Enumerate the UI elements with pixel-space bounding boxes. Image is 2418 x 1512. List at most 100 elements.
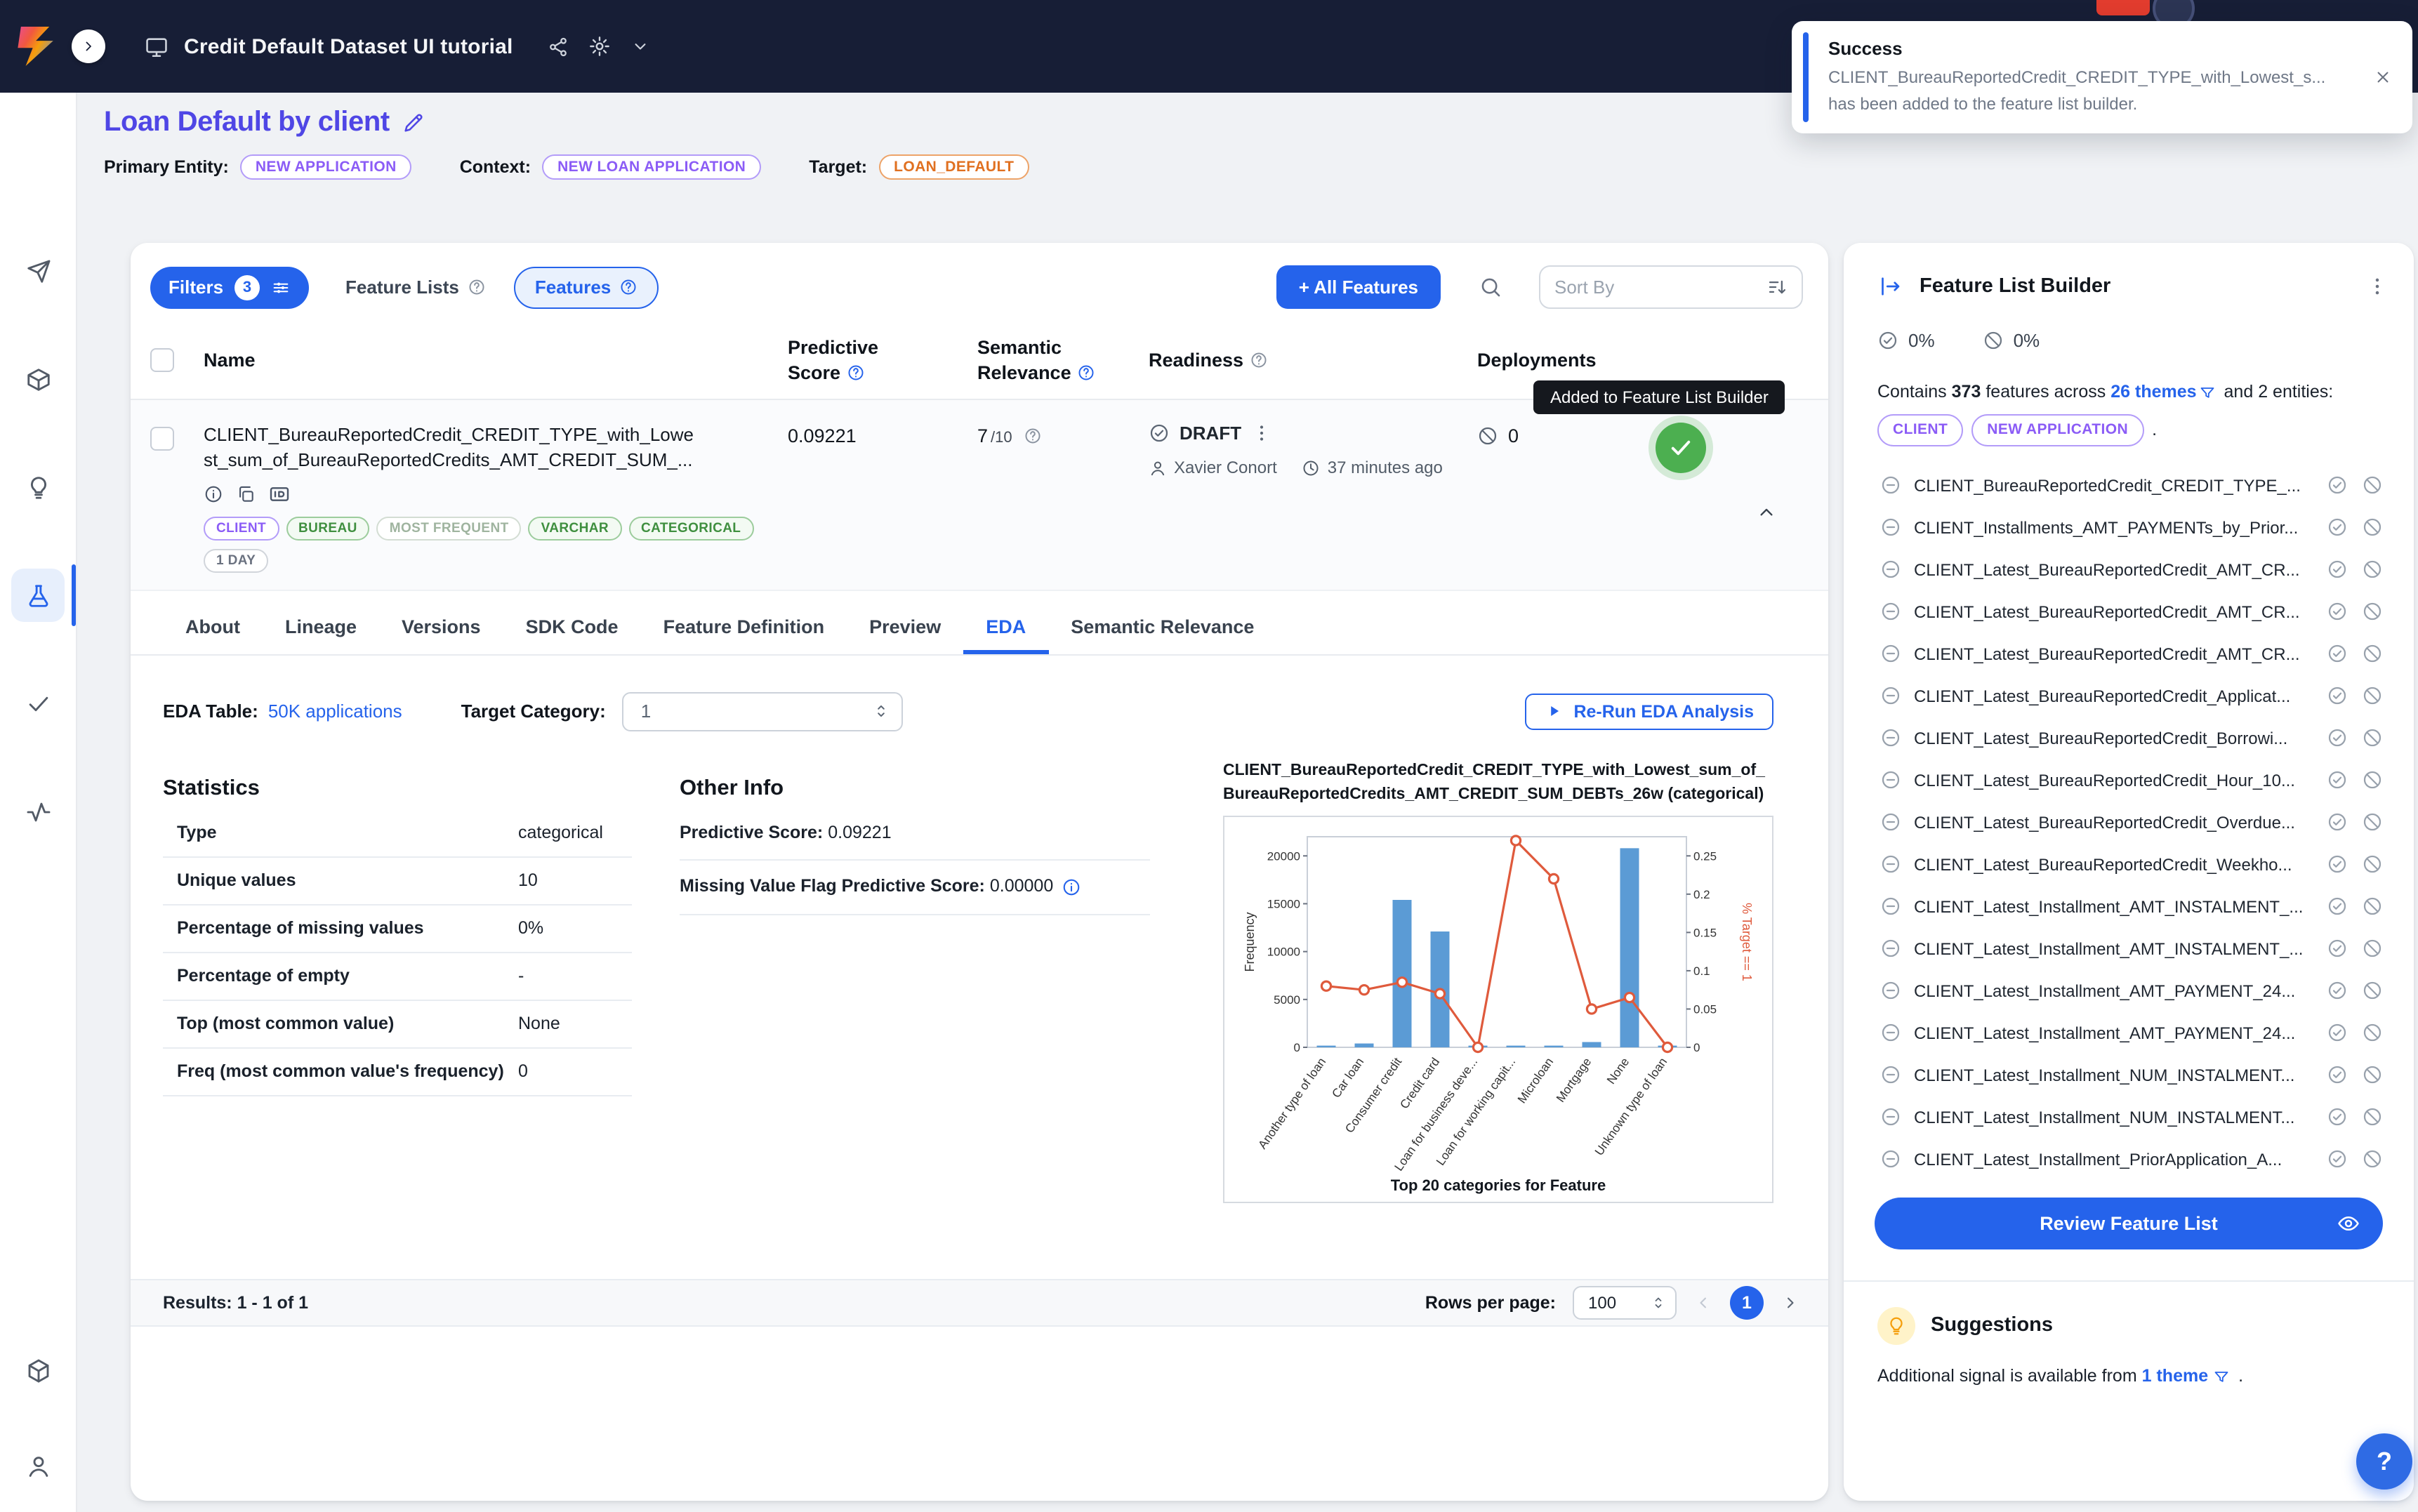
collapse-row-icon[interactable] [1755, 501, 1778, 524]
eda-controls: EDA Table: 50K applications Target Categ… [163, 692, 1773, 731]
remove-feature-icon[interactable] [1880, 1065, 1901, 1086]
remove-feature-icon[interactable] [1880, 559, 1901, 581]
builder-feature-item[interactable]: CLIENT_Latest_BureauReportedCredit_AMT_C… [1844, 591, 2414, 633]
target-category-select[interactable]: 1 [623, 692, 904, 731]
help-icon[interactable] [1077, 363, 1095, 381]
remove-feature-icon[interactable] [1880, 812, 1901, 833]
builder-feature-item[interactable]: CLIENT_Installments_AMT_PAYMENTs_by_Prio… [1844, 507, 2414, 549]
sidebar-item-launch[interactable] [11, 244, 65, 298]
remove-feature-icon[interactable] [1880, 686, 1901, 707]
row-checkbox[interactable] [150, 427, 174, 451]
builder-feature-item[interactable]: CLIENT_Latest_BureauReportedCredit_Overd… [1844, 802, 2414, 844]
help-icon[interactable] [619, 278, 637, 296]
tab-versions[interactable]: Versions [379, 602, 503, 654]
primary-entity-pill[interactable]: NEW APPLICATION [240, 154, 412, 180]
remove-feature-icon[interactable] [1880, 1149, 1901, 1170]
builder-feature-item[interactable]: CLIENT_BureauReportedCredit_CREDIT_TYPE_… [1844, 465, 2414, 507]
page-number[interactable]: 1 [1730, 1286, 1764, 1320]
sidebar-item-catalog[interactable] [11, 352, 65, 406]
builder-feature-item[interactable]: CLIENT_Latest_BureauReportedCredit_AMT_C… [1844, 549, 2414, 591]
sidebar-item-experiments[interactable] [11, 569, 65, 622]
review-feature-list-button[interactable]: Review Feature List [1875, 1198, 2383, 1249]
table-row[interactable]: CLIENT_BureauReportedCredit_CREDIT_TYPE_… [131, 400, 1828, 591]
all-features-button[interactable]: + All Features [1276, 265, 1441, 309]
tab-eda[interactable]: EDA [963, 602, 1048, 654]
added-check-button[interactable] [1656, 423, 1706, 473]
remove-feature-icon[interactable] [1880, 939, 1901, 960]
sidebar-item-account[interactable] [11, 1439, 65, 1492]
tab-sdk-code[interactable]: SDK Code [503, 602, 641, 654]
target-pill[interactable]: LOAN_DEFAULT [878, 154, 1029, 180]
toast-close-icon[interactable] [2373, 67, 2393, 87]
search-button[interactable] [1469, 266, 1511, 308]
sidebar-item-approvals[interactable] [11, 677, 65, 730]
id-badge-icon[interactable] [268, 483, 291, 505]
context-pill[interactable]: NEW LOAN APPLICATION [542, 154, 761, 180]
remove-feature-icon[interactable] [1880, 981, 1901, 1002]
sidebar-item-resources[interactable] [11, 1344, 65, 1397]
remove-feature-icon[interactable] [1880, 602, 1901, 623]
builder-feature-item[interactable]: CLIENT_Latest_Installment_AMT_PAYMENT_24… [1844, 1012, 2414, 1054]
remove-feature-icon[interactable] [1880, 854, 1901, 875]
help-icon[interactable] [1024, 427, 1042, 445]
filter-funnel-icon[interactable] [2200, 384, 2216, 401]
tab-preview[interactable]: Preview [847, 602, 963, 654]
builder-feature-item[interactable]: CLIENT_Latest_Installment_NUM_INSTALMENT… [1844, 1054, 2414, 1096]
eda-table-link[interactable]: 50K applications [268, 701, 402, 722]
select-all-checkbox[interactable] [150, 348, 174, 372]
feature-list-builder-panel: Feature List Builder 0% 0% Contains 373 … [1844, 243, 2414, 1501]
remove-feature-icon[interactable] [1880, 896, 1901, 917]
tab-lineage[interactable]: Lineage [263, 602, 379, 654]
tab-feature-definition[interactable]: Feature Definition [641, 602, 847, 654]
remove-feature-icon[interactable] [1880, 728, 1901, 749]
copy-icon[interactable] [236, 484, 256, 504]
kebab-menu-icon[interactable] [2366, 275, 2389, 298]
filter-funnel-icon[interactable] [2212, 1368, 2229, 1385]
help-icon[interactable] [1249, 351, 1267, 369]
feature-lists-tab[interactable]: Feature Lists [345, 277, 486, 298]
rerun-eda-button[interactable]: Re-Run EDA Analysis [1524, 694, 1773, 730]
help-icon[interactable] [468, 278, 486, 296]
builder-feature-item[interactable]: CLIENT_Latest_BureauReportedCredit_Hour_… [1844, 760, 2414, 802]
builder-feature-item[interactable]: CLIENT_Latest_BureauReportedCredit_AMT_C… [1844, 633, 2414, 675]
remove-feature-icon[interactable] [1880, 475, 1901, 496]
tab-about[interactable]: About [163, 602, 263, 654]
workspace-title[interactable]: Credit Default Dataset UI tutorial [184, 34, 513, 58]
builder-feature-item[interactable]: CLIENT_Latest_Installment_NUM_INSTALMENT… [1844, 1096, 2414, 1139]
info-icon[interactable] [1062, 877, 1081, 896]
feature-name[interactable]: CLIENT_BureauReportedCredit_CREDIT_TYPE_… [204, 423, 709, 448]
prev-page-icon[interactable] [1693, 1293, 1713, 1313]
themes-link[interactable]: 26 themes [2110, 382, 2196, 402]
suggestion-theme-link[interactable]: 1 theme [2142, 1366, 2209, 1386]
remove-feature-icon[interactable] [1880, 644, 1901, 665]
rows-per-page-select[interactable]: 100 [1573, 1286, 1677, 1320]
builder-feature-item[interactable]: CLIENT_Latest_Installment_AMT_PAYMENT_24… [1844, 970, 2414, 1012]
remove-feature-icon[interactable] [1880, 770, 1901, 791]
remove-feature-icon[interactable] [1880, 1023, 1901, 1044]
chevron-down-icon[interactable] [631, 37, 651, 56]
remove-feature-icon[interactable] [1880, 1107, 1901, 1128]
builder-feature-item[interactable]: CLIENT_Latest_BureauReportedCredit_Appli… [1844, 675, 2414, 717]
builder-feature-item[interactable]: CLIENT_Latest_BureauReportedCredit_Borro… [1844, 717, 2414, 760]
next-page-icon[interactable] [1781, 1293, 1800, 1313]
sort-by-input[interactable]: Sort By [1539, 265, 1803, 309]
app-logo[interactable] [15, 27, 55, 66]
builder-feature-item[interactable]: CLIENT_Latest_Installment_AMT_INSTALMENT… [1844, 886, 2414, 928]
share-icon[interactable] [548, 36, 569, 57]
settings-gear-icon[interactable] [589, 35, 612, 58]
builder-feature-item[interactable]: CLIENT_Latest_BureauReportedCredit_Weekh… [1844, 844, 2414, 886]
sidebar-item-monitoring[interactable] [11, 785, 65, 838]
features-tab[interactable]: Features [514, 266, 659, 308]
tab-semantic-relevance[interactable]: Semantic Relevance [1048, 602, 1276, 654]
remove-feature-icon[interactable] [1880, 517, 1901, 538]
edit-pencil-icon[interactable] [402, 111, 426, 135]
info-icon[interactable] [204, 484, 223, 504]
builder-feature-item[interactable]: CLIENT_Latest_Installment_PriorApplicati… [1844, 1139, 2414, 1181]
filters-button[interactable]: Filters 3 [150, 266, 309, 308]
help-button[interactable]: ? [2356, 1433, 2412, 1490]
sidebar-item-insights[interactable] [11, 460, 65, 514]
kebab-menu-icon[interactable] [1251, 423, 1272, 444]
sidebar-collapse-button[interactable] [72, 29, 105, 63]
help-icon[interactable] [846, 363, 864, 381]
builder-feature-item[interactable]: CLIENT_Latest_Installment_AMT_INSTALMENT… [1844, 928, 2414, 970]
